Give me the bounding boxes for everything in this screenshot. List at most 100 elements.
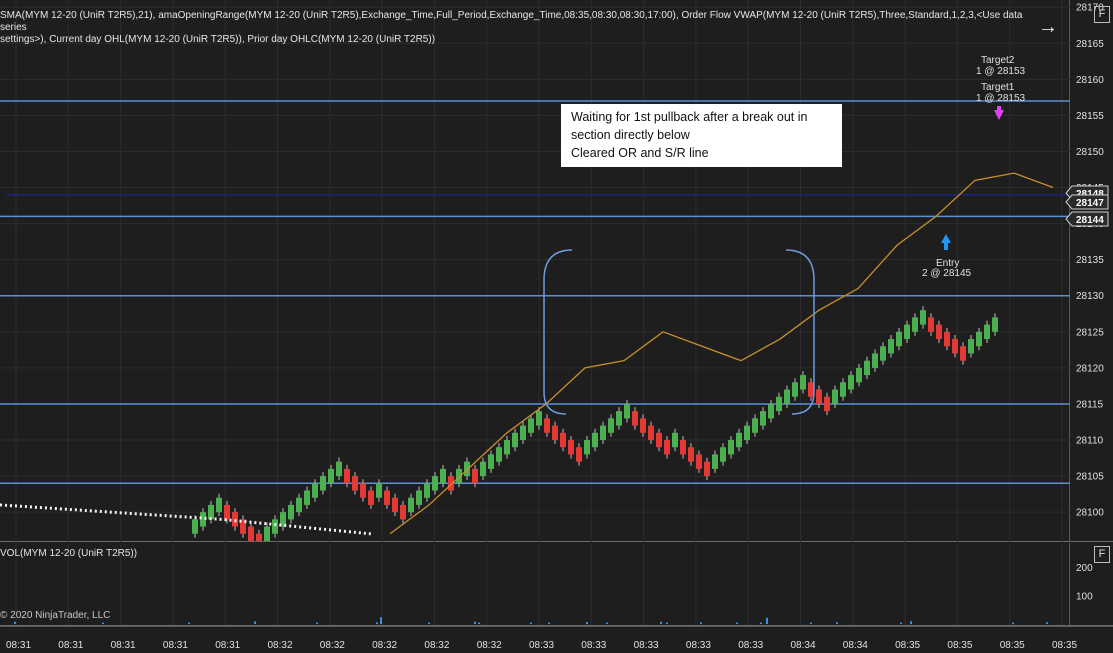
candle-down bbox=[224, 504, 230, 520]
target2-sub: 1 @ 28153 bbox=[976, 66, 1026, 77]
candle-up bbox=[976, 331, 982, 347]
volume-tick-label: 100 bbox=[1076, 591, 1093, 602]
volume-bar bbox=[14, 621, 16, 624]
volume-bar bbox=[478, 622, 480, 624]
volume-bar bbox=[376, 622, 378, 624]
volume-bar bbox=[428, 622, 430, 624]
volume-bar bbox=[380, 617, 382, 624]
candle-up bbox=[480, 461, 486, 477]
candle-down bbox=[808, 382, 814, 397]
candle-up bbox=[712, 454, 718, 469]
candle-up bbox=[488, 454, 494, 469]
time-tick-label: 08:33 bbox=[581, 640, 606, 651]
candle-down bbox=[368, 490, 374, 505]
candle-up bbox=[320, 476, 326, 491]
candle-up bbox=[264, 526, 270, 541]
time-tick-label: 08:33 bbox=[686, 640, 711, 651]
time-tick-label: 08:32 bbox=[477, 640, 502, 651]
time-tick-label: 08:32 bbox=[268, 640, 293, 651]
candle-down bbox=[944, 331, 950, 347]
candle-down bbox=[696, 454, 702, 469]
candle-up bbox=[416, 490, 422, 505]
price-tick-label: 28100 bbox=[1076, 508, 1104, 519]
price-tick-label: 28155 bbox=[1076, 111, 1104, 122]
volume-bar bbox=[188, 622, 190, 624]
target-arrow-icon bbox=[994, 106, 1004, 120]
volume-bar bbox=[736, 622, 738, 624]
candle-up bbox=[912, 317, 918, 332]
candle-up bbox=[800, 375, 806, 390]
candle-up bbox=[888, 339, 894, 354]
volume-bar bbox=[660, 621, 662, 624]
price-tick-label: 28125 bbox=[1076, 327, 1104, 338]
candle-up bbox=[608, 418, 614, 433]
candle-up bbox=[720, 447, 726, 462]
candle-down bbox=[384, 490, 390, 505]
candle-down bbox=[256, 533, 262, 541]
candle-down bbox=[392, 497, 398, 513]
candle-up bbox=[880, 346, 886, 361]
candle-up bbox=[760, 411, 766, 426]
price-tick-label: 28160 bbox=[1076, 75, 1104, 86]
candle-up bbox=[512, 432, 518, 448]
candle-up bbox=[272, 519, 278, 534]
candle-up bbox=[192, 519, 198, 534]
candle-up bbox=[440, 468, 446, 484]
candle-down bbox=[664, 440, 670, 455]
candle-down bbox=[360, 483, 366, 498]
candle-down bbox=[560, 432, 566, 448]
candle-down bbox=[680, 440, 686, 455]
volume-bar bbox=[1012, 622, 1014, 624]
time-tick-label: 08:35 bbox=[1052, 640, 1077, 651]
price-tick-label: 28135 bbox=[1076, 255, 1104, 266]
time-tick-label: 08:32 bbox=[424, 640, 449, 651]
volume-bar bbox=[760, 622, 762, 624]
candle-up bbox=[784, 389, 790, 404]
candle-up bbox=[992, 317, 998, 332]
candle-down bbox=[248, 526, 254, 541]
candle-down bbox=[688, 447, 694, 462]
candle-up bbox=[776, 396, 782, 412]
volume-panel-label: VOL(MYM 12-20 (UniR T2R5)) bbox=[0, 548, 138, 559]
volume-bar bbox=[810, 622, 812, 624]
candle-up bbox=[864, 360, 870, 376]
candle-up bbox=[832, 389, 838, 404]
time-tick-label: 08:35 bbox=[947, 640, 972, 651]
time-tick-label: 08:31 bbox=[111, 640, 136, 651]
time-tick-label: 08:32 bbox=[320, 640, 345, 651]
candle-up bbox=[968, 339, 974, 354]
candle-down bbox=[952, 339, 958, 354]
indicator-header-line2: settings>), Current day OHL(MYM 12-20 (U… bbox=[0, 34, 436, 45]
price-tick-label: 28115 bbox=[1076, 399, 1104, 410]
volume-tick-label: 200 bbox=[1076, 563, 1093, 574]
target1-label: Target1 bbox=[981, 82, 1015, 93]
time-tick-label: 08:33 bbox=[529, 640, 554, 651]
candle-down bbox=[928, 317, 934, 332]
candle-up bbox=[616, 411, 622, 426]
candle-up bbox=[848, 375, 854, 390]
annotation-line3: Cleared OR and S/R line bbox=[571, 146, 709, 160]
candle-up bbox=[624, 403, 630, 419]
price-tag-label: 28147 bbox=[1076, 198, 1104, 209]
candle-up bbox=[424, 483, 430, 498]
candle-up bbox=[904, 324, 910, 340]
candle-up bbox=[432, 476, 438, 491]
price-tick-label: 28110 bbox=[1076, 436, 1104, 447]
candle-up bbox=[984, 324, 990, 340]
volume-bar bbox=[766, 617, 768, 624]
candle-down bbox=[648, 425, 654, 441]
candle-up bbox=[408, 497, 414, 513]
f-box-icon-volume[interactable]: F bbox=[1094, 546, 1110, 563]
time-tick-label: 08:33 bbox=[738, 640, 763, 651]
candle-up bbox=[504, 440, 510, 455]
right-arrow-icon[interactable]: → bbox=[1038, 16, 1058, 39]
annotation-line1: Waiting for 1st pullback after a break o… bbox=[571, 110, 808, 124]
volume-bar bbox=[836, 622, 838, 624]
candle-up bbox=[304, 490, 310, 505]
text-annotation[interactable]: Waiting for 1st pullback after a break o… bbox=[561, 104, 842, 167]
vwap-dotted-line bbox=[0, 503, 372, 536]
volume-bar bbox=[1046, 622, 1048, 624]
candle-down bbox=[576, 447, 582, 462]
candle-down bbox=[472, 468, 478, 484]
f-box-icon[interactable]: F bbox=[1094, 6, 1110, 23]
